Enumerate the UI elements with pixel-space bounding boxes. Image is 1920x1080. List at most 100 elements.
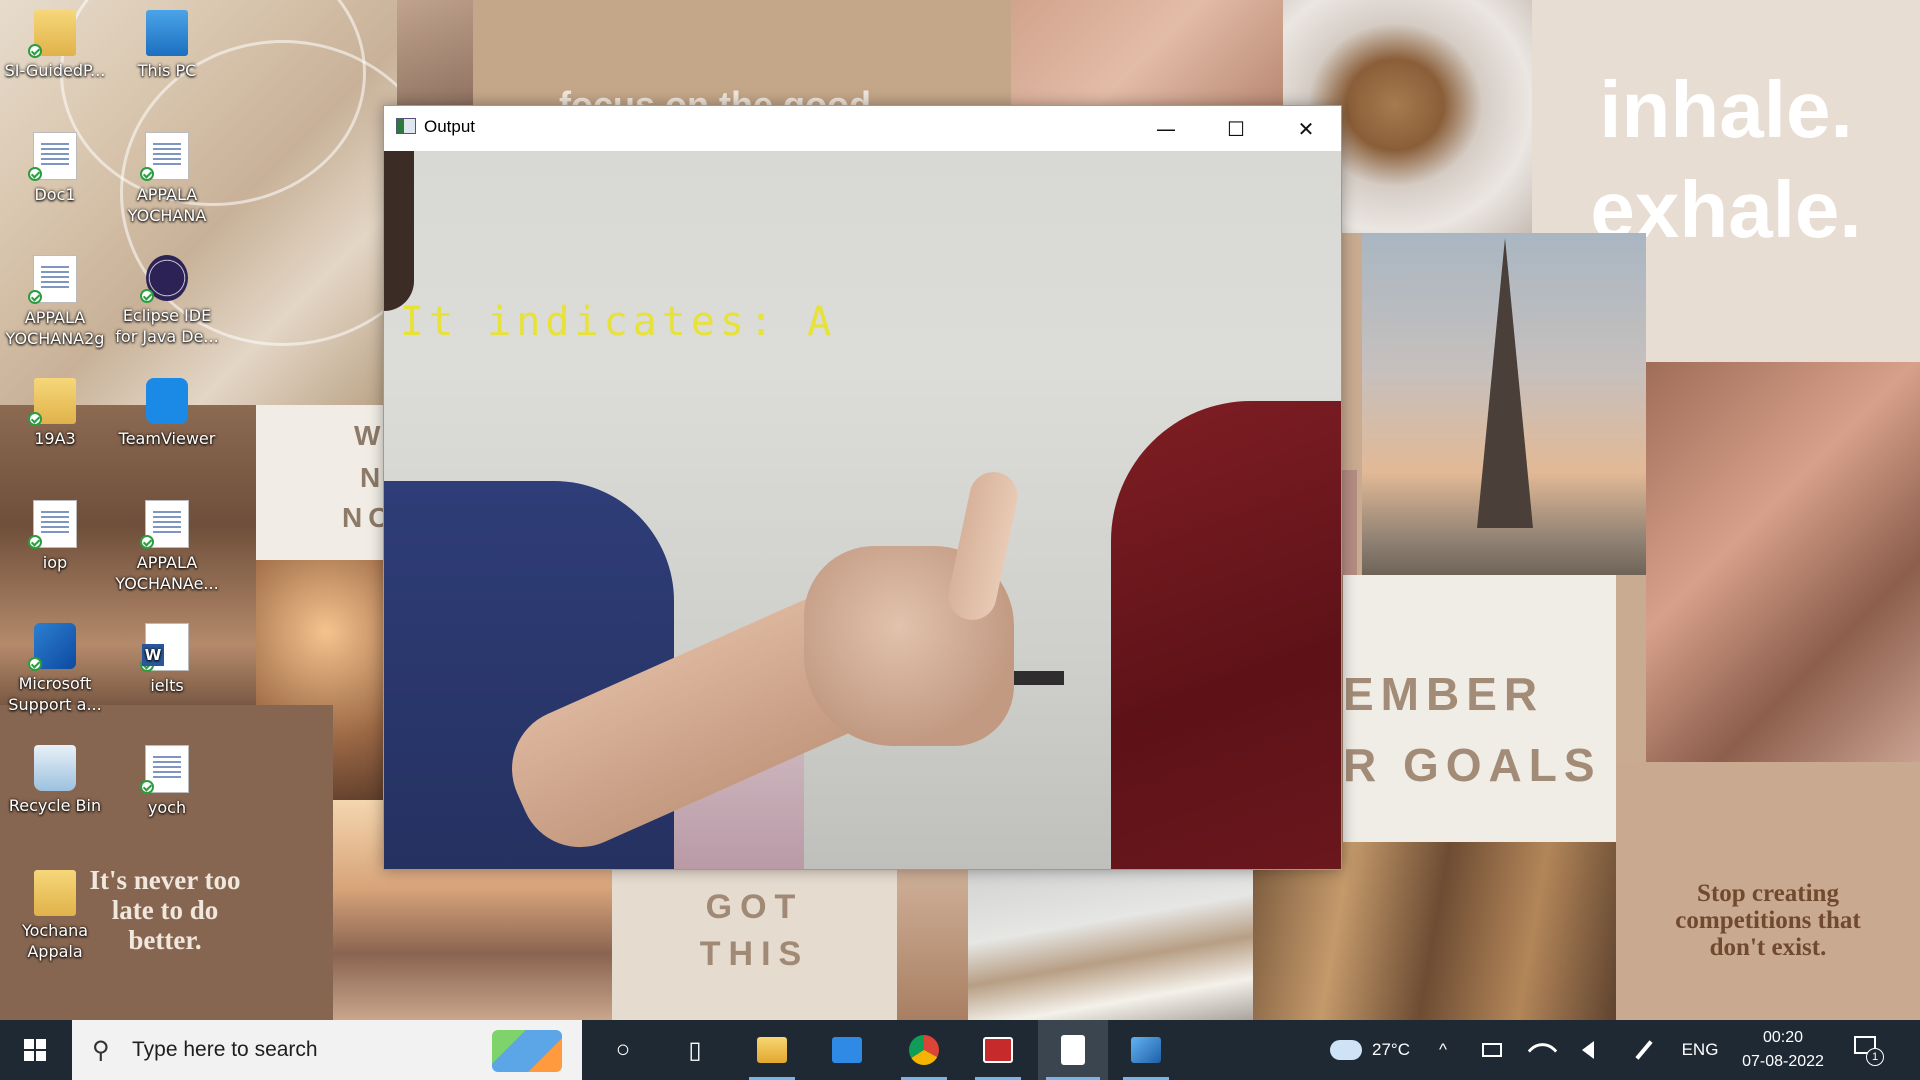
search-highlight-icon: [492, 1030, 562, 1072]
desktop-icon-label: 19A3: [34, 429, 76, 448]
task-view-button[interactable]: ▯: [664, 1020, 726, 1080]
desktop-icon-appala-yochanae[interactable]: APPALA YOCHANAe...: [112, 500, 222, 594]
window-titlebar[interactable]: Output — ☐ ✕: [384, 106, 1341, 151]
taskbar-file-explorer[interactable]: [741, 1020, 803, 1080]
desktop-icon-yochana-appala[interactable]: Yochana Appala: [0, 870, 110, 962]
desktop-icon-label: Microsoft Support a...: [8, 674, 102, 714]
file-explorer-icon: [757, 1037, 787, 1063]
start-button[interactable]: [0, 1020, 70, 1080]
window-title: Output: [424, 117, 476, 136]
show-hidden-icons-button[interactable]: ^: [1428, 1020, 1458, 1080]
wallpaper-gotthis-card: GOT THIS: [612, 860, 897, 1020]
document-icon: [140, 500, 189, 549]
desktop-icon-recycle-bin[interactable]: Recycle Bin: [0, 745, 110, 816]
output-window[interactable]: Output — ☐ ✕ It indicates: A: [383, 105, 1342, 870]
taskbar-chrome[interactable]: [893, 1020, 955, 1080]
maximize-icon: ☐: [1227, 116, 1245, 141]
wallpaper-stop-card: Stop creating competitions that don't ex…: [1616, 762, 1920, 1020]
eclipse-icon: [140, 255, 188, 303]
minimize-button[interactable]: —: [1131, 106, 1201, 151]
clock[interactable]: 00:20 07-08-2022: [1735, 1026, 1831, 1074]
desktop-icon-label: TeamViewer: [118, 429, 216, 448]
desktop-icon-19a3[interactable]: 19A3: [0, 378, 110, 449]
pen-tray[interactable]: [1626, 1020, 1662, 1080]
weather-widget[interactable]: 27°C: [1305, 1020, 1435, 1080]
wallpaper-remember-card: EMBER R GOALS: [1343, 575, 1616, 842]
desktop-icon-label: ielts: [150, 676, 184, 695]
desktop-icon-appala-yochana2g[interactable]: APPALA YOCHANA2g: [0, 255, 110, 349]
language-indicator[interactable]: ENG: [1678, 1020, 1722, 1080]
speaker-icon: [1582, 1041, 1594, 1059]
document-icon: [28, 132, 77, 181]
microsoft-support-icon: [28, 623, 76, 671]
desktop-icon-label: Doc1: [34, 185, 76, 204]
taskbar-app[interactable]: [967, 1020, 1029, 1080]
document-icon: [28, 500, 77, 549]
camera-feed: It indicates: A: [384, 151, 1341, 869]
word-document-icon: [140, 623, 189, 672]
maximize-button[interactable]: ☐: [1201, 106, 1271, 151]
pen-icon: [1635, 1040, 1653, 1060]
cloud-rain-icon: [1330, 1040, 1362, 1060]
desktop-icon-label: APPALA YOCHANA: [127, 185, 207, 225]
desktop-icon-eclipse[interactable]: Eclipse IDE for Java De...: [112, 255, 222, 347]
battery-icon: [1482, 1043, 1502, 1057]
desktop-icon-label: APPALA YOCHANA2g: [5, 308, 105, 348]
words-line-1: W: [354, 420, 387, 451]
cortana-button[interactable]: ○: [592, 1020, 654, 1080]
desktop-icon-appala-yochana[interactable]: APPALA YOCHANA: [112, 132, 222, 226]
weather-temp: 27°C: [1372, 1040, 1410, 1059]
action-center-button[interactable]: 1: [1852, 1034, 1884, 1066]
eiffel-tower: [1477, 238, 1533, 528]
mail-icon: [832, 1037, 862, 1063]
folder-icon: [28, 378, 76, 426]
search-box[interactable]: ⚲ Type here to search: [72, 1020, 582, 1080]
desktop-icon-teamviewer[interactable]: TeamViewer: [112, 378, 222, 449]
desktop-icon-label: SI-GuidedP...: [4, 61, 106, 80]
gotthis-line-1: GOT: [705, 888, 804, 926]
notepad-icon: [1061, 1035, 1085, 1065]
wallpaper-fabric: [1011, 0, 1283, 105]
wallpaper-vase: [897, 860, 968, 1020]
remember-line-2: R GOALS: [1343, 739, 1602, 791]
remember-line-1: EMBER: [1343, 668, 1545, 720]
wallpaper-paris: [1362, 233, 1646, 575]
app-icon: [983, 1037, 1013, 1063]
clock-date: 07-08-2022: [1742, 1053, 1824, 1070]
wallpaper-words-card: W N NO: [256, 405, 396, 565]
cortana-icon: ○: [615, 1036, 631, 1063]
desktop-icon-doc1[interactable]: Doc1: [0, 132, 110, 205]
app-window-icon: [396, 118, 416, 134]
chevron-up-icon: ^: [1439, 1040, 1447, 1059]
computer-icon: [146, 10, 188, 56]
taskbar-notepad[interactable]: [1038, 1020, 1108, 1080]
close-button[interactable]: ✕: [1271, 106, 1341, 151]
search-icon: ⚲: [92, 1037, 110, 1064]
hand-thumb: [943, 467, 1023, 625]
desktop-icon-label: yoch: [147, 798, 187, 817]
person-hair: [384, 151, 414, 311]
inhale-text: inhale.: [1599, 65, 1853, 154]
recycle-bin-icon: [34, 745, 76, 791]
desktop-icon-label: Eclipse IDE for Java De...: [115, 306, 219, 346]
person-maroon-sleeve: [1111, 401, 1341, 869]
volume-tray[interactable]: [1570, 1020, 1606, 1080]
desktop-icon-this-pc[interactable]: This PC: [112, 10, 222, 81]
taskbar-mail[interactable]: [816, 1020, 878, 1080]
desktop-icon-yoch[interactable]: yoch: [112, 745, 222, 818]
desktop-icon-microsoft-support[interactable]: Microsoft Support a...: [0, 623, 110, 715]
desktop-icon-label: iop: [42, 553, 68, 572]
notification-count: 1: [1866, 1048, 1884, 1066]
photos-icon: [1131, 1037, 1161, 1063]
desktop-icon-iop[interactable]: iop: [0, 500, 110, 573]
wallpaper-coffee: [968, 860, 1253, 1020]
taskbar-photos[interactable]: [1115, 1020, 1177, 1080]
network-tray[interactable]: [1524, 1020, 1560, 1080]
wallpaper-heels: [1646, 362, 1920, 762]
battery-tray[interactable]: [1474, 1020, 1510, 1080]
document-icon: [140, 745, 189, 794]
desktop-icon-ielts[interactable]: ielts: [112, 623, 222, 696]
desktop-icon-label: This PC: [137, 61, 197, 80]
prediction-text: It indicates: A: [400, 299, 837, 345]
desktop-icon-siguided[interactable]: SI-GuidedP...: [0, 10, 110, 81]
